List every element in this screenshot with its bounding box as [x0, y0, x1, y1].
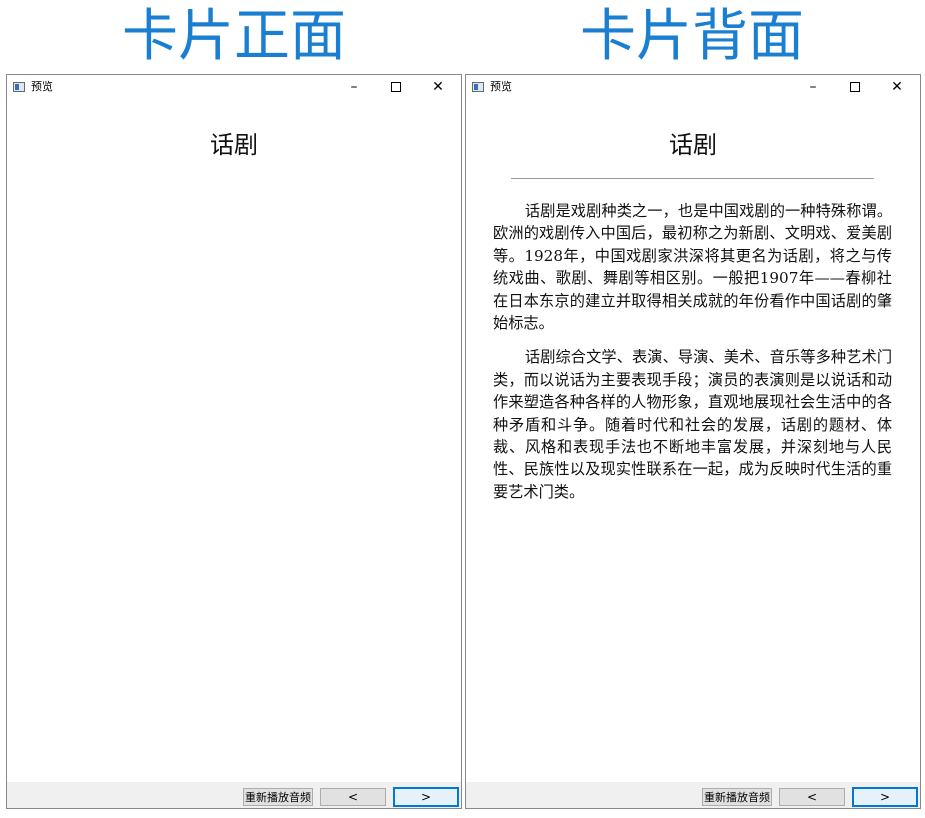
previous-button[interactable]: < — [320, 788, 386, 806]
front-preview-window: 预览 – ✕ 话剧 重新播放音频 < > — [6, 74, 462, 809]
close-button[interactable]: ✕ — [417, 75, 459, 99]
next-button[interactable]: > — [852, 787, 918, 807]
card-title: 话剧 — [210, 131, 258, 159]
maximize-button[interactable] — [375, 75, 417, 99]
title-divider — [511, 178, 874, 179]
previous-button[interactable]: < — [779, 788, 845, 806]
replay-audio-button[interactable]: 重新播放音频 — [243, 788, 313, 806]
next-button[interactable]: > — [393, 787, 459, 807]
app-icon — [13, 82, 25, 92]
maximize-button[interactable] — [834, 75, 876, 99]
title-bar[interactable]: 预览 – ✕ — [7, 75, 461, 99]
window-title: 预览 — [31, 80, 53, 93]
minimize-button[interactable]: – — [792, 75, 834, 99]
front-heading: 卡片正面 — [122, 4, 346, 69]
card-title: 话剧 — [669, 131, 717, 159]
content-paragraph-1: 话剧是戏剧种类之一，也是中国戏剧的一种特殊称谓。欧洲的戏剧传入中国后，最初称之为… — [493, 202, 892, 333]
maximize-icon — [850, 82, 860, 92]
bottom-toolbar: 重新播放音频 < > — [7, 782, 461, 808]
bottom-toolbar: 重新播放音频 < > — [466, 782, 920, 808]
maximize-icon — [391, 82, 401, 92]
replay-audio-button[interactable]: 重新播放音频 — [702, 788, 772, 806]
content-paragraph-2: 话剧综合文学、表演、导演、美术、音乐等多种艺术门类，而以说话为主要表现手段；演员… — [493, 348, 892, 501]
card-content: 话剧是戏剧种类之一，也是中国戏剧的一种特殊称谓。欧洲的戏剧传入中国后，最初称之为… — [493, 200, 892, 515]
window-title: 预览 — [490, 80, 512, 93]
back-heading: 卡片背面 — [580, 4, 804, 69]
app-icon — [472, 82, 484, 92]
minimize-button[interactable]: – — [333, 75, 375, 99]
close-button[interactable]: ✕ — [876, 75, 918, 99]
back-preview-window: 预览 – ✕ 话剧 话剧是戏剧种类之一，也是中国戏剧的一种特殊称谓。欧洲的戏剧传… — [465, 74, 921, 809]
title-bar[interactable]: 预览 – ✕ — [466, 75, 920, 99]
